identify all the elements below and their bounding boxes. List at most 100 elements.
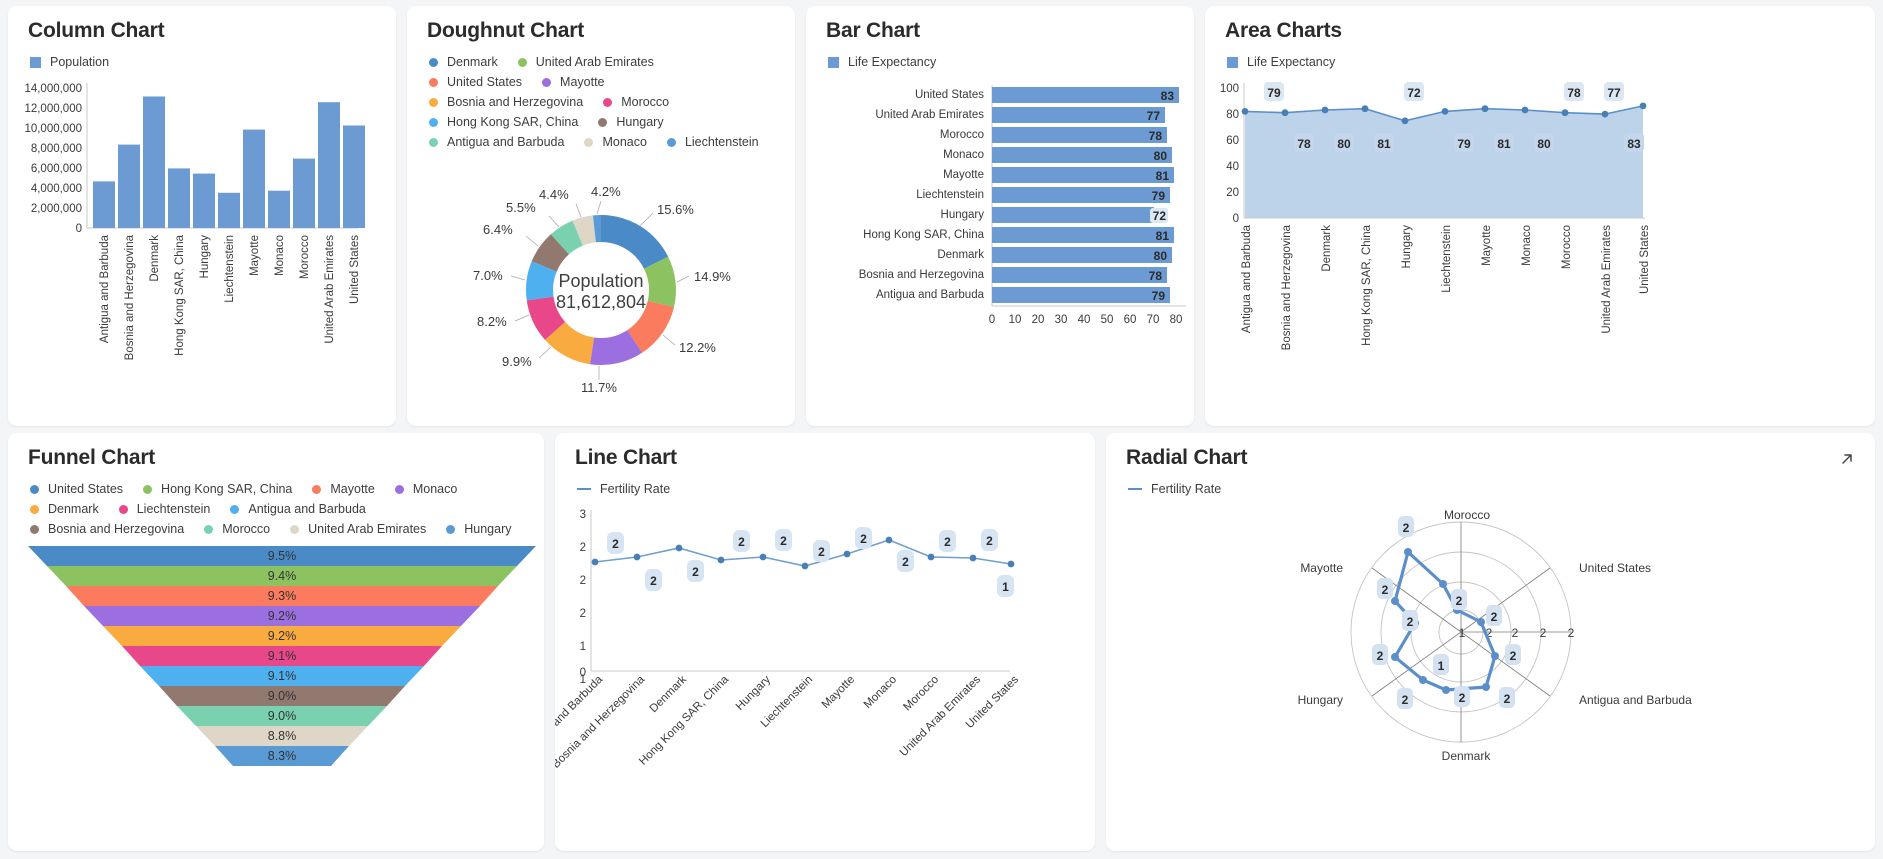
legend-item[interactable]: Fertility Rate <box>1128 482 1221 496</box>
legend-item[interactable]: Hong Kong SAR, China <box>143 482 292 496</box>
svg-text:Antigua and Barbuda: Antigua and Barbuda <box>99 234 111 343</box>
legend-item[interactable]: Denmark <box>30 502 99 516</box>
legend-item[interactable]: United Arab Emirates <box>517 55 654 69</box>
card-line-chart: Line Chart Fertility Rate 3 2 2 2 1 1 0 … <box>555 433 1095 851</box>
funnel-value-label: 8.8% <box>268 729 297 743</box>
bar-value-label: 81 <box>1156 169 1170 183</box>
legend-item[interactable]: United States <box>429 75 522 89</box>
axis-category: Mayotte <box>1481 225 1493 266</box>
doughnut-chart-plot: 15.6% 14.9% 12.2% 11.7% 9.9% 8.2% 7.0% 6… <box>473 184 731 395</box>
legend-item[interactable]: Denmark <box>429 55 498 69</box>
funnel-value-label: 9.4% <box>268 569 297 583</box>
svg-text:Hungary: Hungary <box>199 235 211 279</box>
legend-item[interactable]: Morocco <box>204 522 270 536</box>
line-value-label: 2 <box>650 574 657 588</box>
slice-label: 12.2% <box>679 340 716 355</box>
slice-label: 15.6% <box>657 202 694 217</box>
radial-axis-label: Morocco <box>1444 508 1490 522</box>
expand-arrow-icon[interactable] <box>1839 451 1855 467</box>
legend-item[interactable]: Fertility Rate <box>577 482 670 496</box>
legend-dot-icon <box>598 117 608 127</box>
legend-item[interactable]: United States <box>30 482 123 496</box>
legend-item[interactable]: Monaco <box>584 135 647 149</box>
axis-category: Morocco <box>901 674 941 714</box>
axis-category: Antigua and Barbuda <box>1241 224 1253 333</box>
legend-item[interactable]: Mayotte <box>542 75 605 89</box>
legend-dot-icon <box>394 484 404 494</box>
legend-item[interactable]: Liechtenstein <box>666 135 759 149</box>
legend-item[interactable]: Bosnia and Herzegovina <box>429 95 583 109</box>
bar-chart-title: Bar Chart <box>826 19 920 42</box>
legend-label: Liechtenstein <box>684 135 759 149</box>
line-value-label: 2 <box>944 535 951 549</box>
legend-label: Population <box>50 55 110 69</box>
line-chart-legend: Fertility Rate <box>555 470 1095 502</box>
area-chart-title: Area Charts <box>1225 19 1342 42</box>
legend-item[interactable]: Liechtenstein <box>118 502 210 516</box>
legend-item[interactable]: Morocco <box>603 95 669 109</box>
legend-label: Denmark <box>447 55 498 69</box>
legend-dot-icon <box>30 524 39 534</box>
legend-label: Morocco <box>621 95 670 109</box>
legend-label: Antigua and Barbuda <box>248 502 366 516</box>
column-chart-plot: 14,000,000 12,000,000 10,000,000 8,000,0… <box>24 83 365 360</box>
line-value-label: 2 <box>818 545 825 559</box>
dashboard: Column Chart Population 14,000,000 12,00… <box>0 0 1883 859</box>
slice-label: 8.2% <box>477 314 507 329</box>
legend-item[interactable]: Antigua and Barbuda <box>230 502 366 516</box>
legend-item[interactable]: Antigua and Barbuda <box>429 135 564 149</box>
area-value-label: 83 <box>1627 137 1641 151</box>
axis-tick: 40 <box>1078 314 1091 326</box>
legend-item[interactable]: Bosnia and Herzegovina <box>30 522 184 536</box>
bar-value-label: 80 <box>1154 249 1168 263</box>
axis-category: Hungary <box>734 673 773 712</box>
svg-text:Bosnia and Herzegovina: Bosnia and Herzegovina <box>124 234 136 360</box>
area-value-label: 81 <box>1377 137 1391 151</box>
funnel-value-label: 9.1% <box>268 649 297 663</box>
legend-item[interactable]: Hong Kong SAR, China <box>429 115 578 129</box>
legend-item[interactable]: Hungary <box>446 522 512 536</box>
svg-text:2,000,000: 2,000,000 <box>31 203 82 215</box>
axis-category: Denmark <box>648 673 690 715</box>
funnel-value-label: 9.3% <box>268 589 297 603</box>
legend-item[interactable]: Monaco <box>394 482 457 496</box>
radial-chart-plot: 1 2 2 2 2 United States Antigua and Barb… <box>1298 508 1692 763</box>
card-doughnut-chart: Doughnut Chart Denmark United Arab Emira… <box>407 6 795 426</box>
legend-dot-icon <box>30 504 39 514</box>
area-value-label: 78 <box>1297 137 1311 151</box>
legend-dot-icon <box>429 137 438 147</box>
radial-chart-title: Radial Chart <box>1126 446 1248 469</box>
svg-text:10,000,000: 10,000,000 <box>24 123 82 135</box>
radial-value-label: 2 <box>1407 615 1414 629</box>
line-chart-plot: 3 2 2 2 1 1 0 2 2 2 2 2 2 2 2 2 2 1 and … <box>555 509 1021 771</box>
axis-category: Bosnia and Herzegovina <box>555 673 648 771</box>
axis-tick: 20 <box>1226 187 1239 199</box>
legend-item[interactable]: Population <box>30 55 109 69</box>
legend-label: Mayotte <box>330 482 375 496</box>
legend-item[interactable]: Mayotte <box>312 482 375 496</box>
area-value-label: 81 <box>1497 137 1511 151</box>
legend-item[interactable]: Life Expectancy <box>1227 55 1335 69</box>
bar-category-label: Hong Kong SAR, China <box>863 229 984 241</box>
slice-label: 11.7% <box>581 380 617 395</box>
legend-item[interactable]: Hungary <box>598 115 664 129</box>
bar-category-label: Denmark <box>937 249 984 261</box>
legend-dot-icon <box>446 524 456 534</box>
radial-value-label: 2 <box>1491 610 1498 624</box>
legend-item[interactable]: Life Expectancy <box>828 55 936 69</box>
radial-value-label: 2 <box>1456 594 1463 608</box>
radial-axis-label: United States <box>1579 561 1651 575</box>
legend-item[interactable]: United Arab Emirates <box>290 522 426 536</box>
funnel-value-label: 9.0% <box>268 689 297 703</box>
funnel-value-label: 9.0% <box>268 709 297 723</box>
legend-label: Monaco <box>602 135 647 149</box>
funnel-value-label: 9.2% <box>268 609 297 623</box>
legend-dot-icon <box>230 504 240 514</box>
line-value-label: 2 <box>986 534 993 548</box>
funnel-chart-legend: United States Hong Kong SAR, China Mayot… <box>8 470 544 542</box>
axis-category: Hong Kong SAR, China <box>637 673 731 767</box>
card-funnel-chart: Funnel Chart United States Hong Kong SAR… <box>8 433 544 851</box>
axis-tick: 0 <box>580 667 586 679</box>
axis-tick: 20 <box>1032 314 1045 326</box>
axis-tick: 80 <box>1226 109 1239 121</box>
